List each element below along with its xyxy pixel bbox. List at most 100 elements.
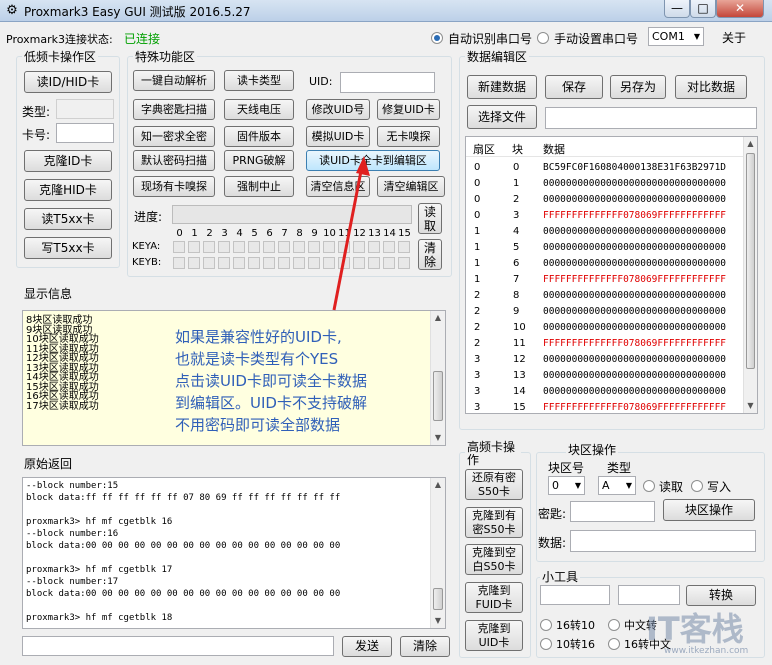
table-row[interactable]: 1 5 00000000000000000000000000000000: [466, 240, 744, 256]
key-type-select[interactable]: A ▼: [598, 476, 636, 495]
table-row[interactable]: 3 15 FFFFFFFFFFFFFF078069FFFFFFFFFFFF: [466, 400, 744, 413]
clear-raw-button[interactable]: 清除: [400, 636, 450, 657]
lowfreq-title: 低频卡操作区: [22, 48, 99, 65]
scroll-up-icon[interactable]: ▲: [744, 137, 757, 151]
close-button[interactable]: ✕: [716, 0, 764, 18]
sniff-no-card-button[interactable]: 无卡嗅探: [377, 126, 440, 147]
keyb-indicator: [248, 257, 260, 269]
radio-chinese-to-hex[interactable]: [608, 619, 620, 631]
uid-field[interactable]: [340, 72, 435, 93]
cell-block: 2: [513, 194, 520, 205]
sector-digit: 0: [176, 228, 183, 239]
dict-key-scan-button[interactable]: 字典密匙扫描: [133, 99, 215, 120]
save-button[interactable]: 保存: [545, 75, 603, 99]
table-row[interactable]: 3 12 00000000000000000000000000000000: [466, 352, 744, 368]
prng-crack-button[interactable]: PRNG破解: [224, 150, 294, 171]
scroll-down-icon[interactable]: ▼: [431, 614, 445, 628]
auto-parse-button[interactable]: 一键自动解析: [133, 70, 215, 91]
info-scrollbar[interactable]: ▲ ▼: [430, 311, 445, 445]
write-t5xx-button[interactable]: 写T5xx卡: [24, 237, 112, 259]
table-row[interactable]: 0 3 FFFFFFFFFFFFFF078069FFFFFFFFFFFF: [466, 208, 744, 224]
table-row[interactable]: 0 2 00000000000000000000000000000000: [466, 192, 744, 208]
block-operation-button[interactable]: 块区操作: [663, 499, 755, 521]
key-label: 密匙:: [538, 507, 567, 521]
raw-line: [26, 504, 340, 516]
info-line: 17块区读取成功: [26, 400, 99, 412]
file-path-field[interactable]: [545, 107, 757, 129]
radio-manual-port[interactable]: [537, 32, 549, 44]
clone-to-fuid-button[interactable]: 克隆到 FUID卡: [465, 582, 523, 613]
read-id-hid-button[interactable]: 读ID/HID卡: [24, 71, 112, 93]
default-key-scan-button[interactable]: 默认密码扫描: [133, 150, 215, 171]
scroll-down-icon[interactable]: ▼: [744, 399, 757, 413]
modify-uid-button[interactable]: 修改UID号: [306, 99, 370, 120]
raw-scroll-thumb[interactable]: [433, 588, 443, 610]
clone-to-blank-s50-button[interactable]: 克隆到空 白S50卡: [465, 544, 523, 575]
port-select[interactable]: COM1 ▼: [648, 27, 704, 46]
clone-to-keyed-s50-button[interactable]: 克隆到有 密S50卡: [465, 507, 523, 538]
sniff-with-card-button[interactable]: 现场有卡嗅探: [133, 176, 215, 197]
antenna-voltage-button[interactable]: 天线电压: [224, 99, 294, 120]
cell-block: 6: [513, 258, 520, 269]
sector-digit: 14: [383, 228, 396, 239]
table-row[interactable]: 2 8 00000000000000000000000000000000: [466, 288, 744, 304]
radio-dec-to-hex[interactable]: [540, 638, 552, 650]
read-card-type-button[interactable]: 读卡类型: [224, 70, 294, 91]
table-row[interactable]: 1 4 00000000000000000000000000000000: [466, 224, 744, 240]
block-number-select[interactable]: 0 ▼: [548, 476, 585, 495]
tool-input[interactable]: [540, 585, 610, 605]
new-data-button[interactable]: 新建数据: [467, 75, 537, 99]
compare-data-button[interactable]: 对比数据: [675, 75, 747, 99]
table-row[interactable]: 0 0 BC59FC0F160804000138E31F63B2971D: [466, 160, 744, 176]
firmware-version-button[interactable]: 固件版本: [224, 126, 294, 147]
table-row[interactable]: 3 13 00000000000000000000000000000000: [466, 368, 744, 384]
card-number-field[interactable]: [56, 123, 114, 143]
table-row[interactable]: 2 9 00000000000000000000000000000000: [466, 304, 744, 320]
scroll-down-icon[interactable]: ▼: [431, 431, 445, 445]
clone-to-uid-button[interactable]: 克隆到 UID卡: [465, 620, 523, 651]
minimize-button[interactable]: —: [664, 0, 690, 18]
emulate-uid-button[interactable]: 模拟UID卡: [306, 126, 370, 147]
convert-button[interactable]: 转换: [686, 585, 756, 606]
clear-editor-button[interactable]: 清空编辑区: [377, 176, 445, 197]
table-row[interactable]: 3 14 00000000000000000000000000000000: [466, 384, 744, 400]
table-row[interactable]: 2 10 00000000000000000000000000000000: [466, 320, 744, 336]
radio-hex-to-dec[interactable]: [540, 619, 552, 631]
repair-uid-button[interactable]: 修复UID卡: [377, 99, 440, 120]
radio-hex-to-chinese[interactable]: [608, 638, 620, 650]
table-row[interactable]: 2 11 FFFFFFFFFFFFFF078069FFFFFFFFFFFF: [466, 336, 744, 352]
key-field[interactable]: [570, 501, 655, 522]
nested-attack-button[interactable]: 知一密求全密: [133, 126, 215, 147]
info-scroll-thumb[interactable]: [433, 371, 443, 421]
scroll-up-icon[interactable]: ▲: [431, 478, 445, 492]
read-keys-button[interactable]: 读 取: [418, 203, 442, 234]
cell-data: FFFFFFFFFFFFFF078069FFFFFFFFFFFF: [543, 210, 727, 221]
table-row[interactable]: 1 6 00000000000000000000000000000000: [466, 256, 744, 272]
raw-scrollbar[interactable]: ▲ ▼: [430, 478, 445, 628]
radio-auto-port[interactable]: [431, 32, 443, 44]
radio-read[interactable]: [643, 480, 655, 492]
table-scroll-thumb[interactable]: [746, 153, 755, 369]
restore-s50-button[interactable]: 还原有密 S50卡: [465, 469, 523, 500]
scroll-up-icon[interactable]: ▲: [431, 311, 445, 325]
table-row[interactable]: 0 1 00000000000000000000000000000000: [466, 176, 744, 192]
tool-output[interactable]: [618, 585, 680, 605]
keyb-indicator: [203, 257, 215, 269]
table-scrollbar[interactable]: ▲ ▼: [743, 137, 757, 413]
send-button[interactable]: 发送: [342, 636, 392, 657]
clone-hid-button[interactable]: 克隆HID卡: [24, 179, 112, 201]
choose-file-button[interactable]: 选择文件: [467, 105, 537, 129]
read-t5xx-button[interactable]: 读T5xx卡: [24, 208, 112, 230]
force-stop-button[interactable]: 强制中止: [224, 176, 294, 197]
about-button[interactable]: 关于: [722, 29, 746, 46]
table-row[interactable]: 1 7 FFFFFFFFFFFFFF078069FFFFFFFFFFFF: [466, 272, 744, 288]
cell-data: 00000000000000000000000000000000: [543, 386, 727, 397]
radio-write[interactable]: [691, 480, 703, 492]
command-input[interactable]: [22, 636, 334, 656]
clone-id-button[interactable]: 克隆ID卡: [24, 150, 112, 172]
block-data-field[interactable]: [570, 530, 756, 552]
cell-block: 0: [513, 162, 520, 173]
save-as-button[interactable]: 另存为: [610, 75, 666, 99]
clear-keys-button[interactable]: 清 除: [418, 239, 442, 270]
maximize-button[interactable]: □: [690, 0, 716, 18]
